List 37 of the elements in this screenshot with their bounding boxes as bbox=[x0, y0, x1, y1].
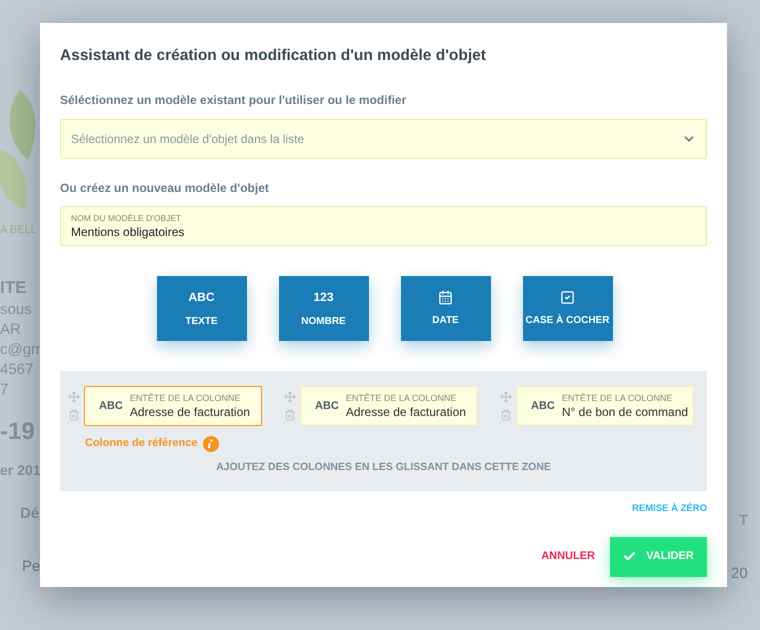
section-label: Séléctionnez un modèle existant pour l'utiliser ou le modifier bbox=[60, 92, 408, 110]
background-text: 20 bbox=[730, 564, 749, 584]
background-text: A BELL bbox=[0, 223, 38, 238]
checkbox-icon bbox=[560, 290, 575, 305]
calendar-icon bbox=[438, 290, 453, 305]
info-icon[interactable] bbox=[203, 436, 220, 452]
column-header-card[interactable]: ABC ENTÊTE DE LA COLONNE N° de bon de command bbox=[516, 386, 694, 426]
model-name-field[interactable]: NOM DU MODÈLE D'OBJET Mentions obligatoires bbox=[60, 206, 707, 246]
column-header-card[interactable]: ABC ENTÊTE DE LA COLONNE Adresse de facturation bbox=[84, 386, 262, 426]
drag-handle-icon[interactable] bbox=[500, 391, 512, 404]
column-header-card[interactable]: ABC ENTÊTE DE LA COLONNE Adresse de facturation bbox=[300, 386, 478, 426]
column-type-button[interactable]: 123 NOMBRE bbox=[278, 276, 368, 342]
background-text: 4567 bbox=[0, 360, 34, 380]
drag-handle-icon[interactable] bbox=[284, 391, 296, 404]
background-text: 7 bbox=[0, 380, 10, 400]
check-icon bbox=[623, 550, 636, 563]
delete-icon[interactable] bbox=[68, 409, 80, 422]
background-text: ITE bbox=[0, 276, 28, 298]
delete-icon[interactable] bbox=[500, 409, 512, 422]
dialog-title: Assistant de création ou modification d'un modèle d'objet bbox=[60, 46, 487, 66]
background-text: sous bbox=[0, 300, 33, 320]
background-text: -19 bbox=[0, 417, 36, 447]
column-type-button[interactable]: DATE bbox=[400, 276, 490, 342]
background-text: AR bbox=[0, 320, 22, 340]
reset-link[interactable]: REMISE À ZÉRO bbox=[632, 502, 707, 516]
column-type-button[interactable]: CASE À COCHER bbox=[522, 276, 612, 342]
drag-handle-icon[interactable] bbox=[68, 391, 80, 404]
type-glyph: ABC bbox=[188, 289, 214, 306]
reference-column-note: Colonne de référence bbox=[85, 436, 198, 452]
model-select[interactable]: Sélectionnez un modèle d'objet dans la liste bbox=[60, 119, 707, 160]
delete-icon[interactable] bbox=[284, 409, 296, 422]
column-type-button[interactable]: ABC TEXTE bbox=[156, 276, 246, 342]
type-glyph: 123 bbox=[313, 289, 334, 306]
drop-hint: AJOUTEZ DES COLONNES EN LES GLISSANT DANS CETTE ZONE bbox=[215, 460, 552, 475]
background-text: Pe bbox=[21, 556, 40, 576]
cancel-button[interactable]: ANNULER bbox=[541, 548, 595, 565]
section-label: Ou créez un nouveau modèle d'objet bbox=[60, 180, 270, 198]
